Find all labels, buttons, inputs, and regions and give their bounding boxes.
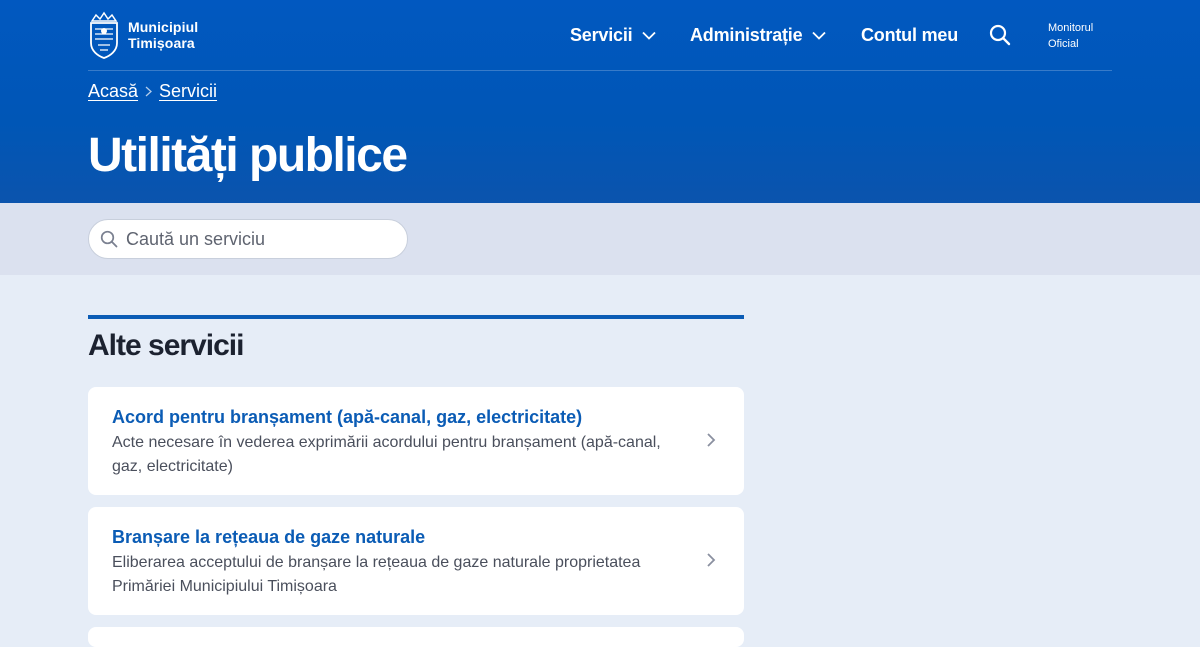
chevron-down-icon bbox=[642, 31, 657, 40]
search-input[interactable] bbox=[126, 228, 386, 250]
search-band bbox=[0, 203, 1200, 275]
chevron-right-icon bbox=[145, 86, 153, 97]
service-card[interactable]: Branșare la rețeaua de gaze naturale Eli… bbox=[88, 507, 744, 615]
nav-administratie[interactable]: Administrație bbox=[690, 0, 827, 71]
service-card[interactable]: Acord pentru branșament (apă-canal, gaz,… bbox=[88, 387, 744, 495]
city-crest-icon bbox=[90, 11, 118, 59]
nav-contul-meu[interactable]: Contul meu bbox=[861, 0, 958, 71]
monitorul-oficial-link[interactable]: Monitorul Oficial bbox=[1048, 20, 1093, 52]
section-title: Alte servicii bbox=[88, 329, 244, 362]
logo-line-1: Municipiul bbox=[128, 19, 199, 35]
site-logo[interactable]: Municipiul Timișoara bbox=[88, 11, 198, 59]
top-navigation: Municipiul Timișoara Servicii Administra… bbox=[88, 0, 1112, 71]
breadcrumb-servicii[interactable]: Servicii bbox=[159, 81, 217, 102]
nav-servicii-label: Servicii bbox=[570, 25, 633, 45]
page-title: Utilități publice bbox=[88, 129, 408, 182]
nav-administratie-label: Administrație bbox=[690, 25, 803, 45]
section-divider bbox=[88, 315, 744, 319]
logo-text: Municipiul Timișoara bbox=[128, 19, 198, 51]
service-card-title[interactable]: Acord pentru branșament (apă-canal, gaz,… bbox=[112, 405, 582, 429]
alte-servicii-section: Alte servicii bbox=[88, 315, 744, 365]
service-card[interactable] bbox=[88, 627, 744, 647]
monitor-line-1: Monitorul bbox=[1048, 22, 1094, 34]
search-icon[interactable] bbox=[988, 23, 1012, 47]
nav-contul-meu-label: Contul meu bbox=[861, 25, 958, 45]
search-box[interactable] bbox=[88, 219, 408, 259]
chevron-right-icon bbox=[707, 433, 716, 447]
monitor-line-2: Oficial bbox=[1048, 38, 1079, 50]
breadcrumb-home[interactable]: Acasă bbox=[88, 81, 138, 102]
service-card-title[interactable]: Branșare la rețeaua de gaze naturale bbox=[112, 525, 425, 549]
service-card-description: Acte necesare în vederea exprimării acor… bbox=[112, 434, 661, 475]
logo-line-2: Timișoara bbox=[128, 35, 195, 51]
breadcrumb: Acasă Servicii bbox=[88, 81, 217, 102]
service-card-description: Eliberarea acceptului de branșare la reț… bbox=[112, 554, 641, 595]
hero-header: Municipiul Timișoara Servicii Administra… bbox=[0, 0, 1200, 203]
search-icon bbox=[100, 230, 118, 248]
chevron-right-icon bbox=[707, 553, 716, 567]
chevron-down-icon bbox=[812, 31, 827, 40]
nav-servicii[interactable]: Servicii bbox=[570, 0, 657, 71]
